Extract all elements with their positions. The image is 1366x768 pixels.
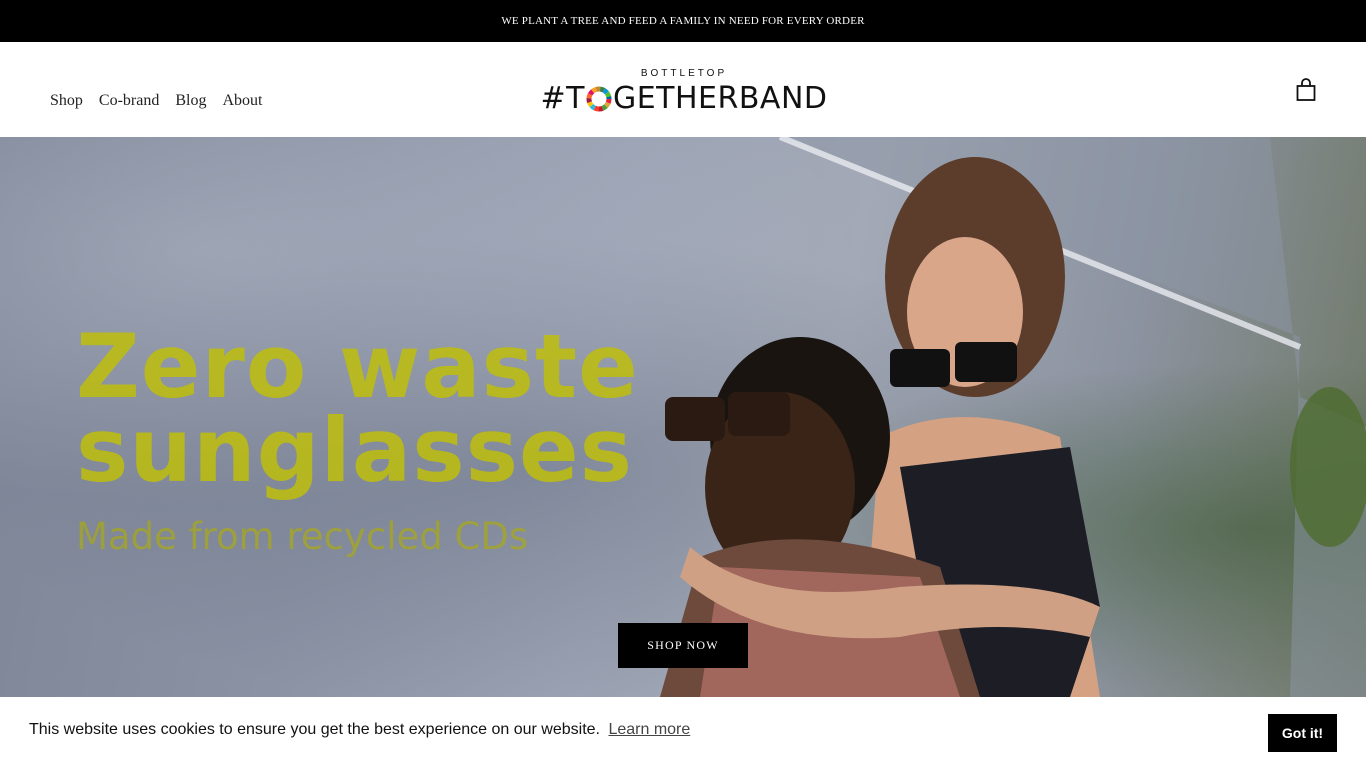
site-header: Shop Co-brand Blog About BOTTLETOP #T GE…: [0, 42, 1366, 137]
nav-about[interactable]: About: [222, 92, 262, 110]
announcement-bar: WE PLANT A TREE AND FEED A FAMILY IN NEE…: [0, 0, 1366, 42]
hero-subtitle: Made from recycled CDs: [76, 515, 529, 558]
nav-blog[interactable]: Blog: [175, 92, 206, 110]
logo-suffix: GETHERBAND: [612, 81, 828, 116]
site-logo[interactable]: BOTTLETOP #T GETHERBAND: [526, 68, 842, 118]
logo-brand-top: BOTTLETOP: [640, 68, 728, 79]
learn-more-link[interactable]: Learn more: [608, 721, 690, 738]
hero-banner: Zero waste sunglasses Made from recycled…: [0, 137, 1366, 697]
logo-wordmark: #T GETHERBAND: [526, 82, 842, 116]
nav-co-brand[interactable]: Co-brand: [99, 92, 159, 110]
hero-title: Zero waste sunglasses: [76, 315, 696, 502]
main-nav: Shop Co-brand Blog About: [50, 92, 262, 110]
hero-title-line-1: Zero waste: [76, 315, 639, 418]
nav-shop[interactable]: Shop: [50, 92, 83, 110]
cookie-banner: This website uses cookies to ensure you …: [0, 697, 1366, 768]
shopping-bag-icon[interactable]: [1296, 78, 1316, 102]
announcement-text: WE PLANT A TREE AND FEED A FAMILY IN NEE…: [501, 15, 865, 27]
logo-prefix: #T: [540, 81, 585, 116]
sdg-color-wheel-icon: [586, 86, 612, 112]
accept-cookies-button[interactable]: Got it!: [1268, 714, 1337, 752]
cookie-message: This website uses cookies to ensure you …: [29, 721, 600, 738]
hero-title-line-2: sunglasses: [76, 399, 634, 502]
shop-now-button[interactable]: SHOP NOW: [618, 623, 748, 668]
cookie-message-wrap: This website uses cookies to ensure you …: [29, 721, 690, 739]
